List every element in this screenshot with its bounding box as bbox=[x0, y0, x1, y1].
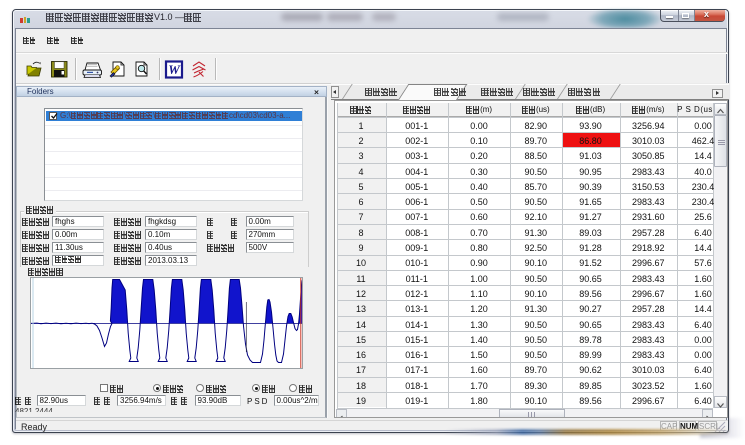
svg-text:W: W bbox=[168, 62, 181, 77]
